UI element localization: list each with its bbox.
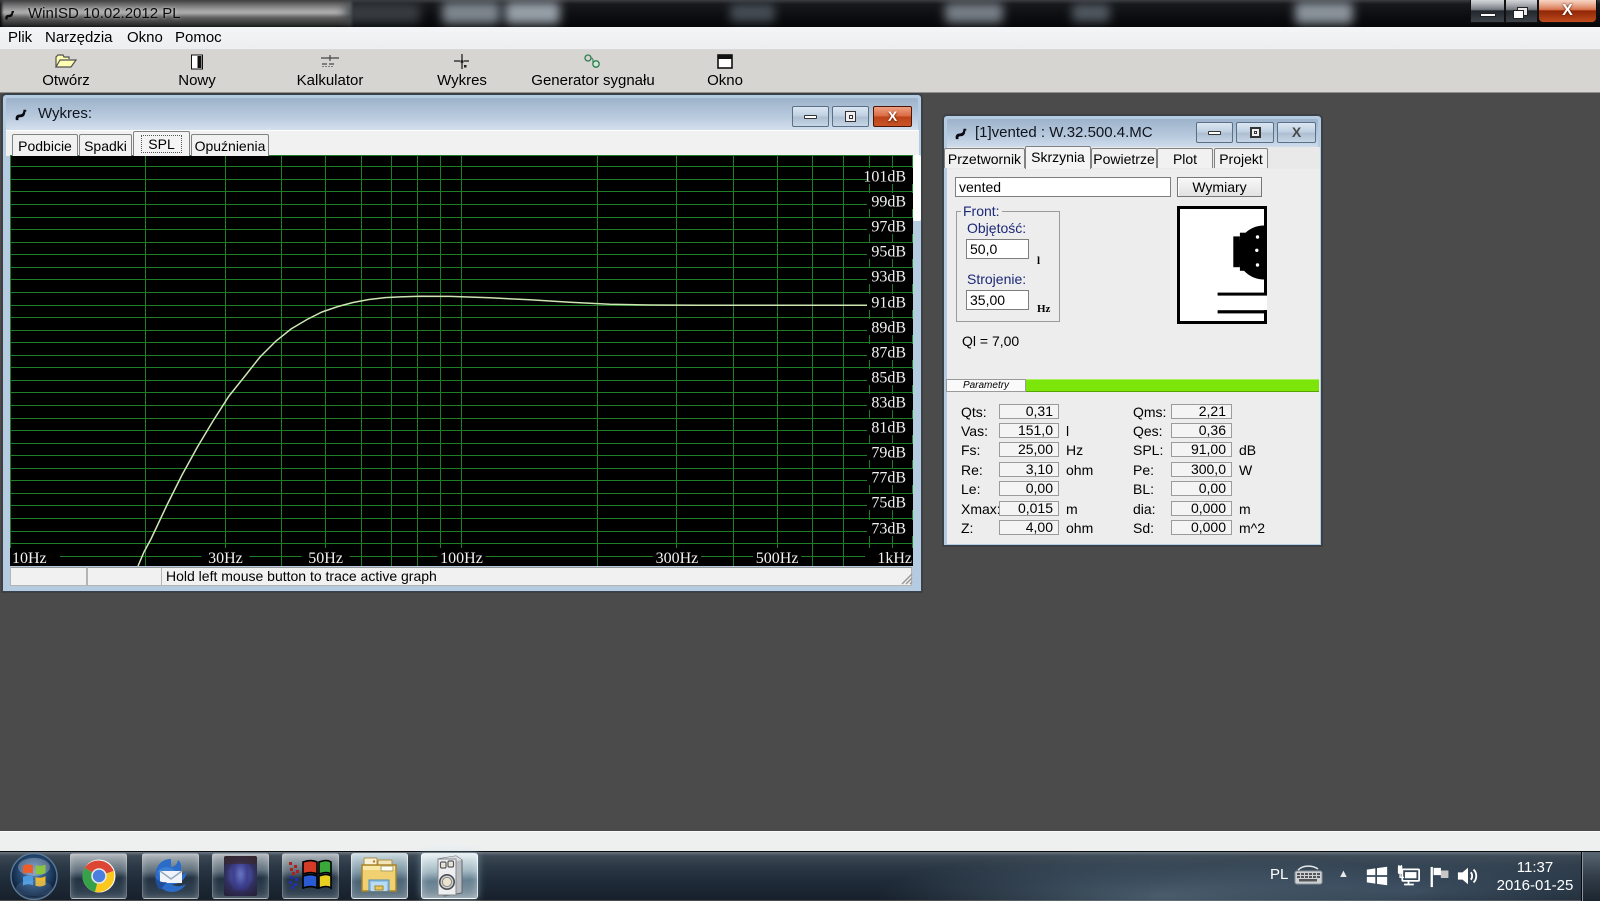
svg-text:87dB: 87dB bbox=[871, 345, 906, 362]
svg-text:300Hz: 300Hz bbox=[656, 550, 699, 566]
svg-text:81dB: 81dB bbox=[871, 420, 906, 437]
svg-text:93dB: 93dB bbox=[871, 269, 906, 286]
svg-text:79dB: 79dB bbox=[871, 445, 906, 462]
svg-text:95dB: 95dB bbox=[871, 244, 906, 261]
svg-text:75dB: 75dB bbox=[871, 495, 906, 512]
svg-text:91dB: 91dB bbox=[871, 295, 906, 312]
svg-text:99dB: 99dB bbox=[871, 194, 906, 211]
svg-text:50Hz: 50Hz bbox=[308, 550, 343, 566]
svg-text:89dB: 89dB bbox=[871, 320, 906, 337]
svg-text:77dB: 77dB bbox=[871, 470, 906, 487]
svg-text:97dB: 97dB bbox=[871, 219, 906, 236]
svg-text:500Hz: 500Hz bbox=[756, 550, 799, 566]
svg-text:100Hz: 100Hz bbox=[440, 550, 483, 566]
svg-text:73dB: 73dB bbox=[871, 521, 906, 538]
svg-text:83dB: 83dB bbox=[871, 395, 906, 412]
svg-text:1kHz: 1kHz bbox=[877, 550, 912, 566]
svg-text:101dB: 101dB bbox=[863, 169, 906, 186]
svg-text:30Hz: 30Hz bbox=[208, 550, 243, 566]
svg-text:10Hz: 10Hz bbox=[12, 550, 47, 566]
svg-text:85dB: 85dB bbox=[871, 370, 906, 387]
